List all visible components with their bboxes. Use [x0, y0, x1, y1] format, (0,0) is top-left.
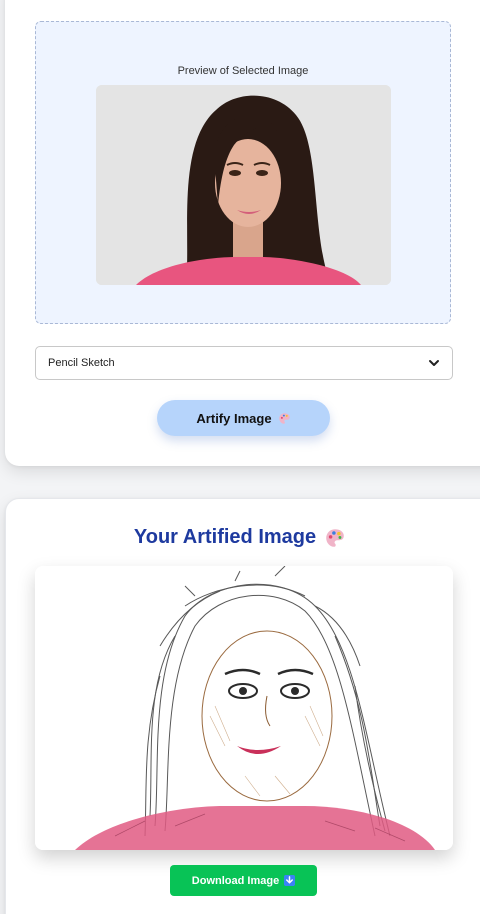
artify-button-label: Artify Image: [196, 410, 272, 426]
down-arrow-icon: [284, 875, 296, 886]
artify-button[interactable]: Artify Image: [157, 400, 330, 436]
download-button-label: Download Image: [191, 874, 280, 887]
page: Preview of Selected Image Pencil Sketch …: [0, 0, 480, 914]
pencil-sketch-portrait: [35, 566, 453, 850]
art-style-select[interactable]: Pencil Sketch: [35, 346, 453, 380]
upload-card: Preview of Selected Image Pencil Sketch …: [5, 0, 480, 466]
selected-style-value: Pencil Sketch: [48, 357, 115, 369]
palette-icon: [326, 528, 344, 547]
preview-label: Preview of Selected Image: [177, 65, 309, 77]
chevron-down-icon: [429, 360, 439, 366]
portrait-photo: [96, 85, 391, 285]
download-button[interactable]: Download Image: [170, 865, 317, 896]
image-dropzone[interactable]: Preview of Selected Image: [35, 21, 451, 324]
palette-icon: [278, 412, 290, 424]
result-title: Your Artified Image: [0, 526, 480, 549]
selected-image-preview: [96, 85, 391, 285]
artified-image: [35, 566, 453, 850]
result-title-text: Your Artified Image: [133, 526, 317, 548]
